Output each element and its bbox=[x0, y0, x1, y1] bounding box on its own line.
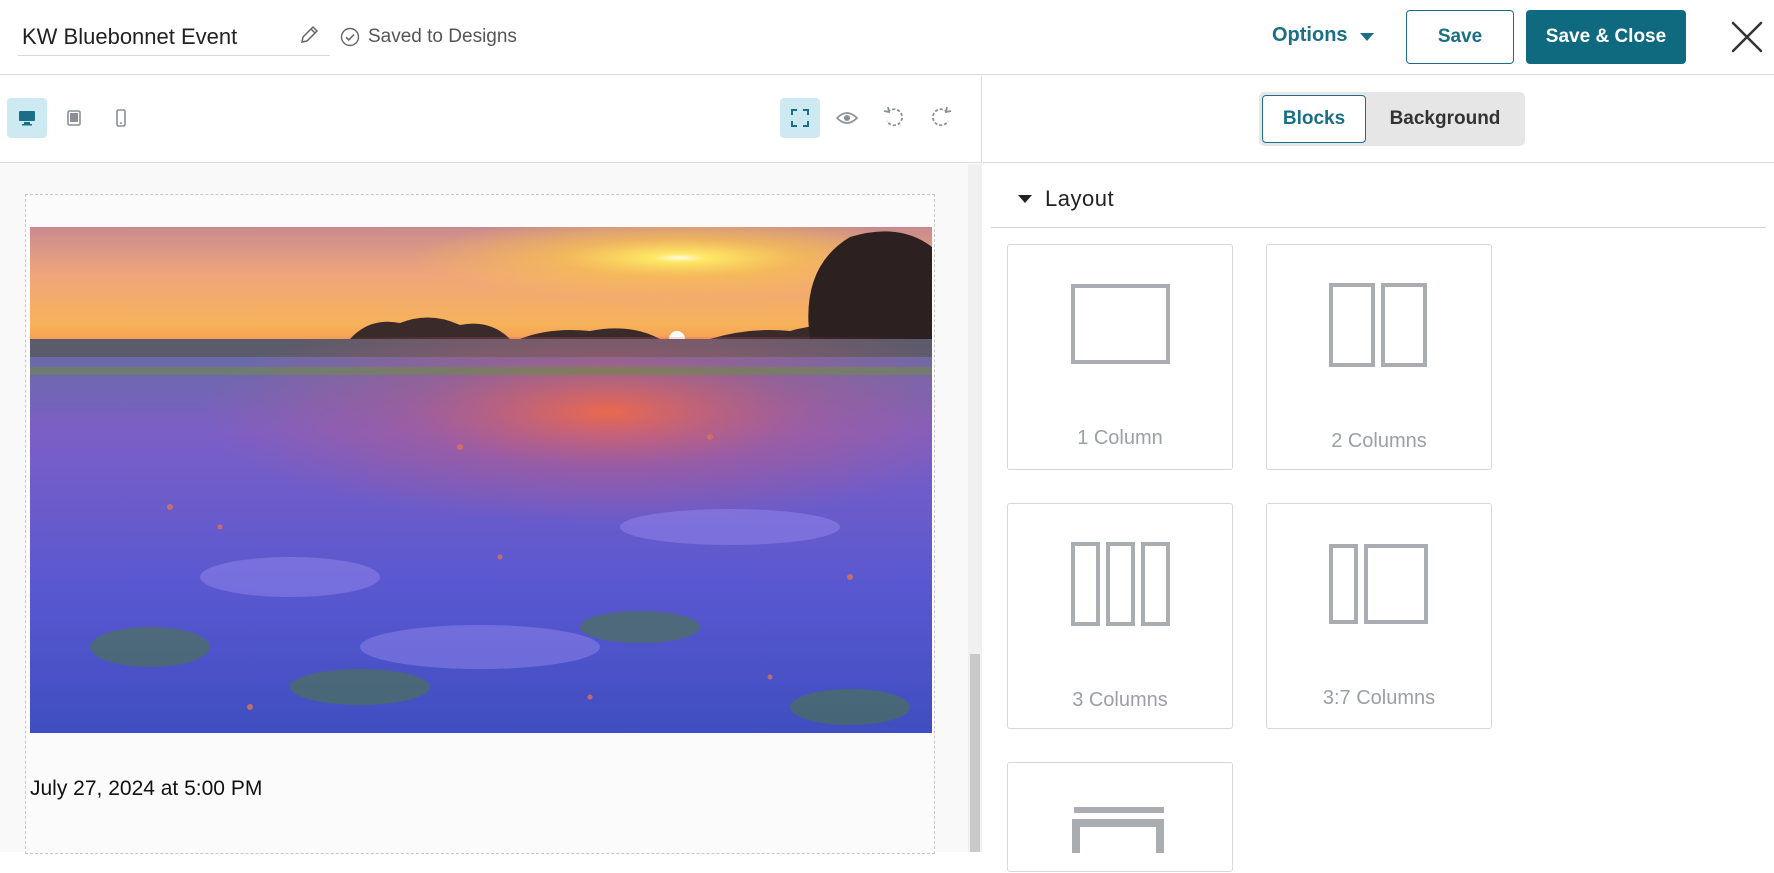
options-label[interactable]: Options bbox=[1272, 24, 1348, 47]
event-date-text[interactable]: July 27, 2024 at 5:00 PM bbox=[30, 777, 262, 801]
scrollbar-thumb[interactable] bbox=[970, 654, 980, 852]
layout-label: 3 Columns bbox=[1072, 689, 1168, 711]
select-frame-icon[interactable] bbox=[780, 98, 820, 138]
top-header: KW Bluebonnet Event Saved to Designs Opt… bbox=[0, 0, 1774, 75]
layout-header-block[interactable] bbox=[1007, 762, 1233, 872]
layout-3-7-columns[interactable]: 3:7 Columns bbox=[1266, 503, 1492, 729]
panel-tabs: Blocks Background bbox=[1259, 92, 1525, 146]
caret-down-icon[interactable] bbox=[1018, 195, 1032, 203]
saved-status: Saved to Designs bbox=[340, 24, 517, 50]
tab-background[interactable]: Background bbox=[1369, 95, 1521, 143]
email-canvas[interactable]: July 27, 2024 at 5:00 PM bbox=[0, 164, 982, 854]
layout-3-columns[interactable]: 3 Columns bbox=[1007, 503, 1233, 729]
editor-toolbar bbox=[0, 76, 982, 163]
preview-eye-icon[interactable] bbox=[827, 98, 867, 138]
save-close-button[interactable]: Save & Close bbox=[1526, 10, 1686, 64]
saved-status-text: Saved to Designs bbox=[368, 26, 517, 47]
mobile-icon[interactable] bbox=[101, 98, 141, 138]
layout-section-title: Layout bbox=[1045, 186, 1115, 211]
email-body[interactable]: July 27, 2024 at 5:00 PM bbox=[25, 194, 935, 854]
pencil-icon[interactable] bbox=[298, 24, 320, 46]
hero-image[interactable] bbox=[30, 227, 932, 733]
layout-2-columns[interactable]: 2 Columns bbox=[1266, 244, 1492, 470]
layout-label: 1 Column bbox=[1077, 427, 1163, 449]
options-menu[interactable]: Options bbox=[1272, 24, 1374, 47]
header-layout-icon bbox=[1072, 807, 1164, 853]
design-name[interactable]: KW Bluebonnet Event bbox=[22, 24, 237, 50]
design-name-field[interactable]: KW Bluebonnet Event bbox=[18, 14, 330, 56]
layout-label: 3:7 Columns bbox=[1322, 687, 1436, 709]
tablet-icon[interactable] bbox=[54, 98, 94, 138]
close-icon[interactable] bbox=[1728, 18, 1766, 56]
layout-1-column[interactable]: 1 Column bbox=[1007, 244, 1233, 470]
undo-icon[interactable] bbox=[874, 98, 914, 138]
check-circle-icon bbox=[340, 27, 360, 47]
caret-down-icon[interactable] bbox=[1359, 32, 1374, 41]
layout-label: 2 Columns bbox=[1331, 430, 1427, 452]
canvas-scrollbar[interactable] bbox=[968, 164, 982, 852]
desktop-icon[interactable] bbox=[7, 98, 47, 138]
tab-blocks[interactable]: Blocks bbox=[1262, 95, 1366, 143]
save-button[interactable]: Save bbox=[1406, 10, 1514, 64]
redo-icon[interactable] bbox=[921, 98, 961, 138]
layout-section-header[interactable]: Layout bbox=[991, 172, 1766, 228]
